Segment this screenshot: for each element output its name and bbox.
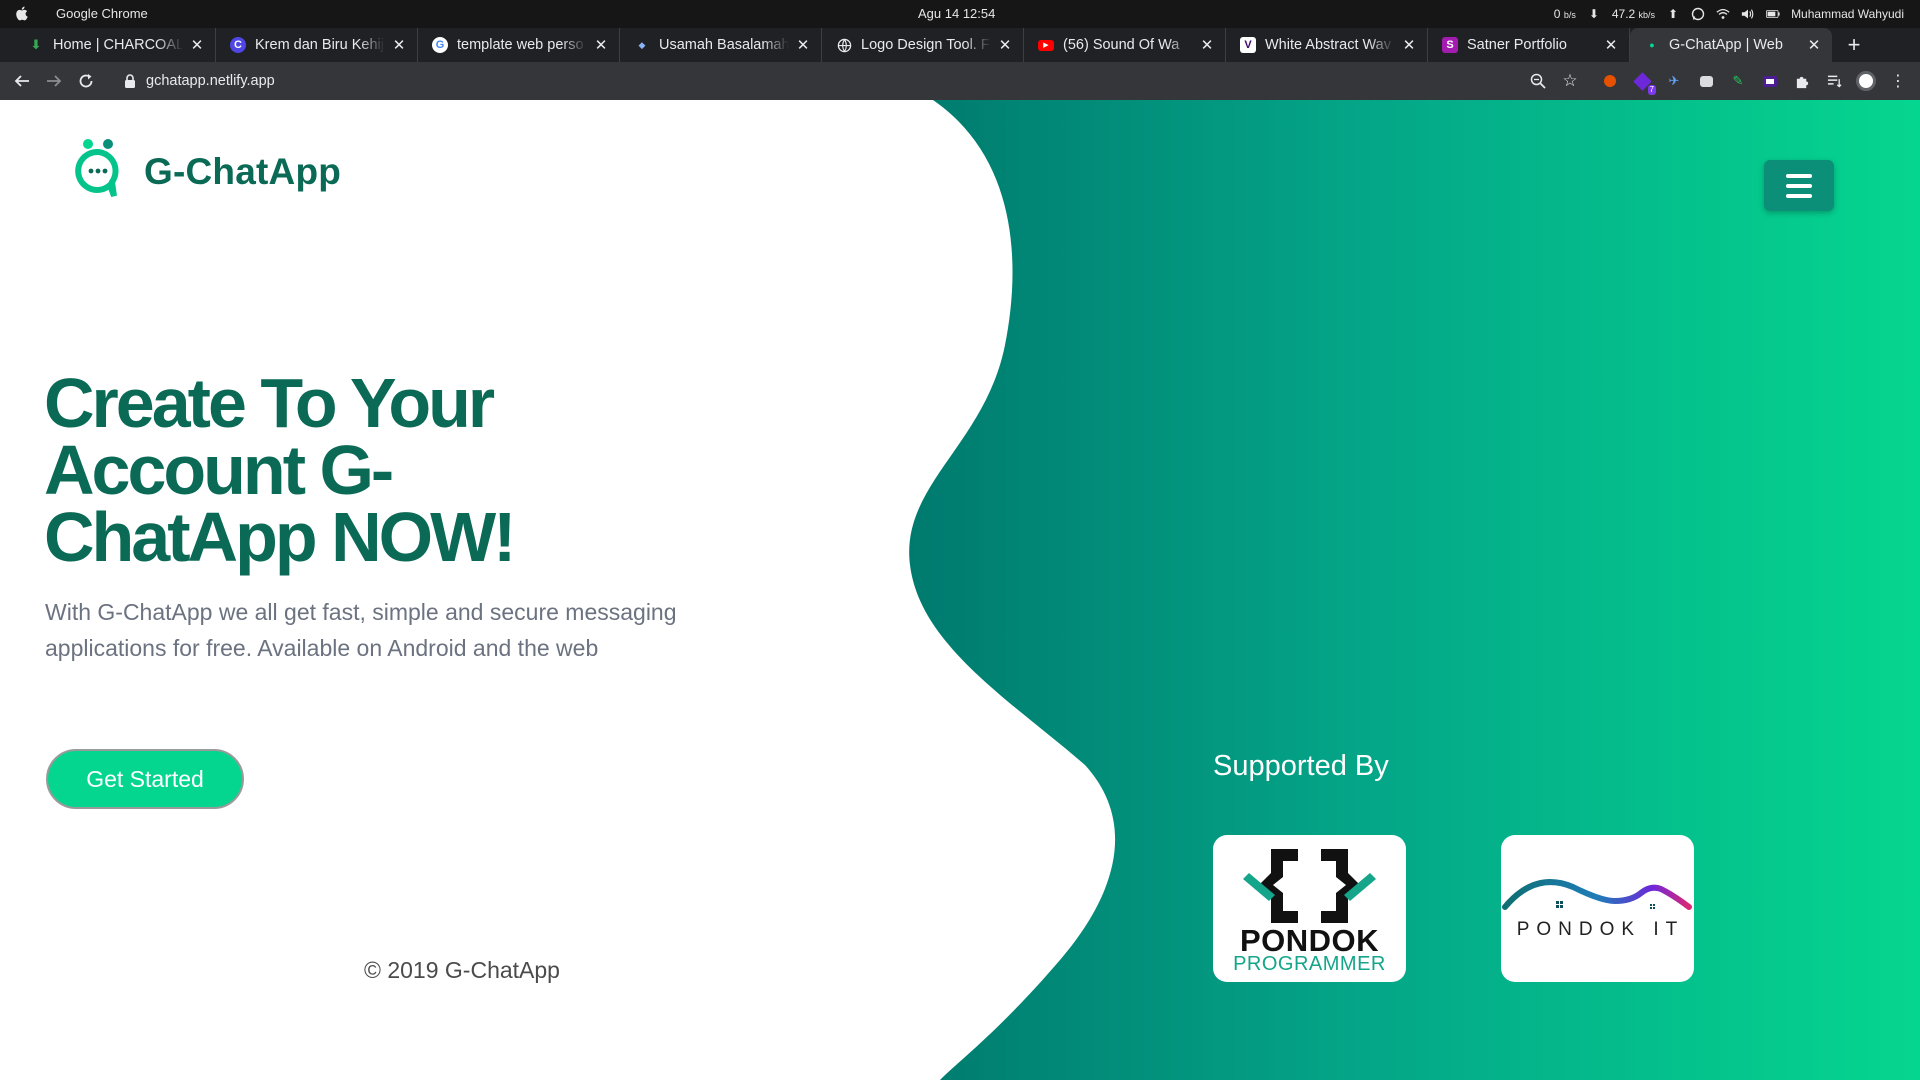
net-download-speed: 47.2 kb/s	[1611, 7, 1656, 21]
sponsor-one-subtitle: PROGRAMMER	[1233, 953, 1386, 975]
site-icon: ◆	[638, 39, 646, 50]
close-icon[interactable]: ✕	[1199, 37, 1215, 54]
google-icon: G	[432, 37, 448, 53]
tab-title: Krem dan Biru Kehija	[255, 37, 385, 53]
bookmark-star-icon[interactable]: ☆	[1560, 71, 1580, 91]
extension-stack-icon[interactable]: 7	[1632, 71, 1656, 95]
close-icon[interactable]: ✕	[189, 37, 205, 54]
tab-title: (56) Sound Of Wa	[1063, 37, 1180, 53]
tab-charcoal[interactable]: ⬇ Home | CHARCOALN ✕	[14, 28, 216, 62]
extension-pen-icon[interactable]: ✎	[1728, 71, 1748, 91]
tab-title: Home | CHARCOALN	[53, 37, 183, 53]
close-icon[interactable]: ✕	[593, 37, 609, 54]
tab-satner[interactable]: S Satner Portfolio ✕	[1428, 28, 1630, 62]
os-top-bar: Google Chrome Agu 14 12:54 0 b/s ⬇ 47.2 …	[0, 0, 1920, 28]
reload-button[interactable]	[70, 65, 102, 97]
tab-title: White Abstract Wav	[1265, 37, 1391, 53]
browser-toolbar: gchatapp.netlify.app ☆ 7 ✈ ✎ ⋮	[0, 62, 1920, 100]
hero-description: With G-ChatApp we all get fast, simple a…	[45, 599, 677, 661]
apple-icon[interactable]	[14, 5, 30, 22]
profile-avatar-icon[interactable]	[1856, 71, 1876, 91]
tab-youtube[interactable]: ▶ (56) Sound Of Wa ✕	[1024, 28, 1226, 62]
reading-list-icon[interactable]	[1824, 71, 1844, 91]
back-button[interactable]	[6, 65, 38, 97]
toolbar-actions: ☆ 7 ✈ ✎ ⋮	[1528, 62, 1908, 100]
hamburger-menu-button[interactable]	[1764, 160, 1834, 211]
user-name[interactable]: Muhammad Wahyudi	[1791, 7, 1904, 21]
reload-icon	[79, 74, 93, 88]
extension-plane-icon[interactable]: ✈	[1664, 71, 1684, 91]
vecteezy-icon: V	[1240, 37, 1256, 53]
close-icon[interactable]: ✕	[1806, 37, 1822, 54]
new-tab-button[interactable]: +	[1836, 28, 1872, 62]
more-menu-icon[interactable]: ⋮	[1888, 71, 1908, 91]
canva-icon: C	[230, 37, 246, 53]
url-text[interactable]: gchatapp.netlify.app	[146, 73, 275, 89]
brand-logo[interactable]: G-ChatApp	[70, 138, 341, 206]
tab-title: Usamah Basalamah	[659, 37, 789, 53]
zoom-icon[interactable]	[1528, 71, 1548, 91]
youtube-icon: ▶	[1038, 39, 1054, 51]
tab-title: template web perso	[457, 37, 584, 53]
tab-title: G-ChatApp | Web	[1669, 37, 1783, 53]
arrow-down-icon: ⬇	[1588, 7, 1599, 21]
sponsor-pondok-programmer[interactable]: PONDOK PROGRAMMER	[1213, 835, 1406, 982]
active-app-name[interactable]: Google Chrome	[56, 6, 148, 21]
tab-google-search[interactable]: G template web perso ✕	[418, 28, 620, 62]
sponsor-pondok-it[interactable]: PONDOK IT	[1501, 835, 1694, 982]
close-icon[interactable]: ✕	[1603, 37, 1619, 54]
webpage: G-ChatApp Create To Your Account G-ChatA…	[0, 100, 1920, 1080]
wifi-icon[interactable]	[1716, 7, 1730, 21]
menu-bar-icon	[1786, 183, 1812, 188]
whatsapp-icon[interactable]	[1691, 7, 1705, 21]
tab-title: Satner Portfolio	[1467, 37, 1567, 53]
net-upload-speed: 0 b/s	[1553, 7, 1576, 21]
tab-vecteezy[interactable]: V White Abstract Wav ✕	[1226, 28, 1428, 62]
chat-bubble-logo-icon	[75, 139, 119, 198]
close-icon[interactable]: ✕	[391, 37, 407, 54]
volume-icon[interactable]	[1741, 7, 1755, 21]
menu-bar-icon	[1786, 193, 1812, 198]
clock[interactable]: Agu 14 12:54	[918, 6, 995, 21]
battery-icon[interactable]	[1766, 7, 1780, 21]
extension-screen-icon[interactable]	[1760, 71, 1780, 91]
extension-chat-icon[interactable]	[1696, 71, 1716, 91]
sponsor-two-title: PONDOK IT	[1516, 919, 1685, 940]
hero-title: Create To Your Account G-ChatApp NOW!	[44, 364, 516, 576]
extension-badge: 7	[1647, 85, 1656, 95]
lock-icon[interactable]	[124, 74, 136, 88]
extension-face-icon[interactable]	[1600, 71, 1620, 91]
close-icon[interactable]: ✕	[795, 37, 811, 54]
menu-bar-icon	[1786, 173, 1812, 178]
s-icon: S	[1442, 37, 1458, 53]
globe-icon	[836, 37, 852, 53]
close-icon[interactable]: ✕	[997, 37, 1013, 54]
tab-strip: ⬇ Home | CHARCOALN ✕ C Krem dan Biru Keh…	[0, 28, 1920, 62]
gchat-icon: ●	[1649, 40, 1655, 50]
code-braces-logo-icon	[1243, 849, 1376, 923]
get-started-button[interactable]: Get Started	[46, 749, 244, 809]
address-bar[interactable]: gchatapp.netlify.app	[124, 66, 275, 96]
brand-name: G-ChatApp	[144, 151, 342, 192]
supported-by-heading: Supported By	[1213, 750, 1389, 782]
forward-button[interactable]	[38, 65, 70, 97]
close-icon[interactable]: ✕	[1401, 37, 1417, 54]
arrow-right-icon	[47, 75, 62, 87]
tab-gchatapp[interactable]: ● G-ChatApp | Web ✕	[1630, 28, 1832, 62]
arrow-up-icon: ⬆	[1668, 7, 1679, 21]
arrow-left-icon	[14, 75, 29, 87]
tab-canva[interactable]: C Krem dan Biru Kehija ✕	[216, 28, 418, 62]
tab-title: Logo Design Tool. Fr	[861, 37, 991, 53]
copyright-text: © 2019 G-ChatApp	[364, 957, 560, 983]
system-tray: 0 b/s ⬇ 47.2 kb/s ⬆ Muhammad Wahyudi	[1554, 0, 1920, 28]
tab-logo-design[interactable]: Logo Design Tool. Fr ✕	[822, 28, 1024, 62]
tab-usamah[interactable]: ◆ Usamah Basalamah ✕	[620, 28, 822, 62]
extensions-puzzle-icon[interactable]	[1792, 71, 1812, 91]
download-icon: ⬇	[30, 37, 42, 52]
